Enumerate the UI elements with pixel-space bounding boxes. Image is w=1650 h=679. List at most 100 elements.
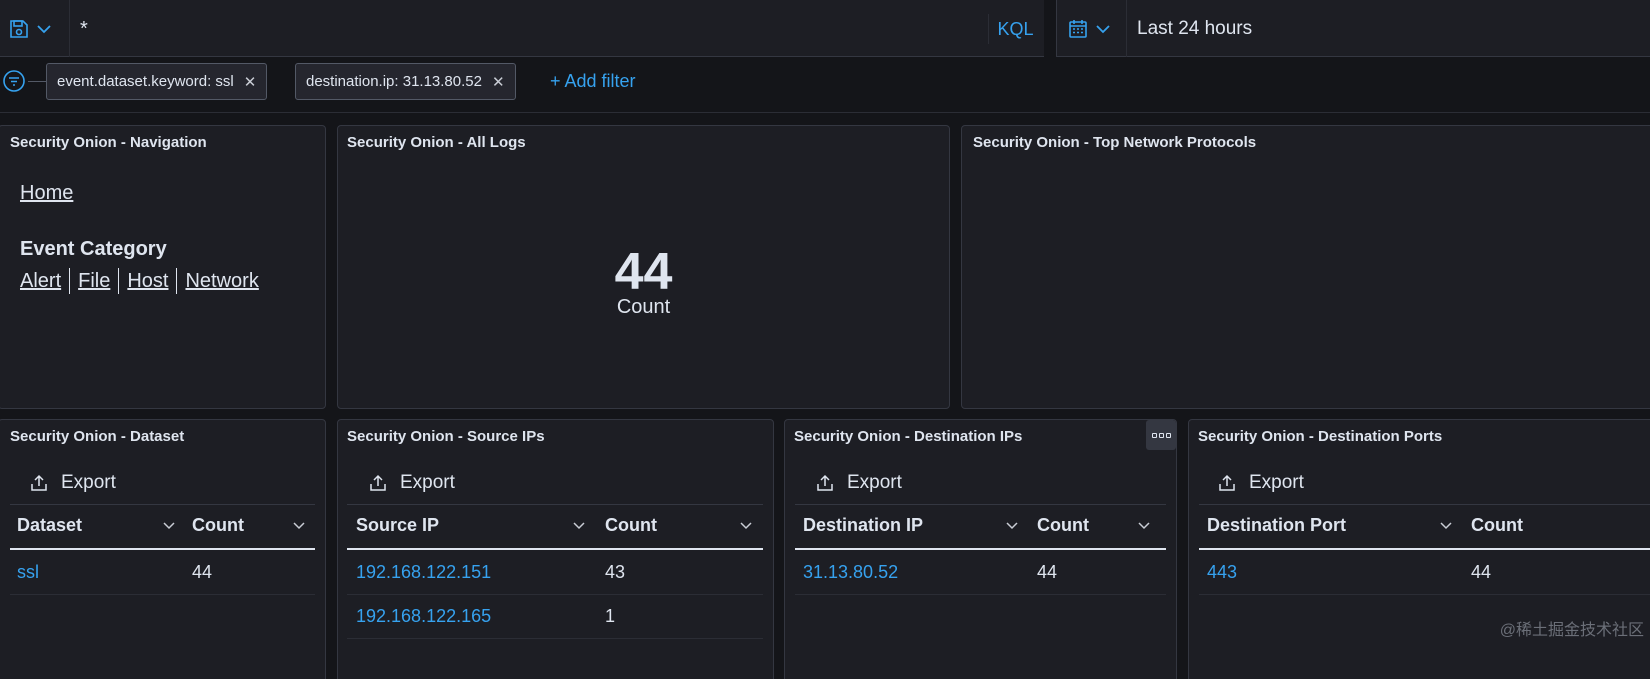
panel-title: Security Onion - Navigation [10,134,207,151]
save-icon [10,20,28,38]
chevron-down-icon[interactable] [1439,518,1453,532]
export-button[interactable]: Export [1217,472,1304,494]
panel-destination-ports: Security Onion - Destination Ports Expor… [1188,419,1650,679]
cell-dataset-link[interactable]: ssl [17,562,39,583]
filter-icon[interactable] [2,69,26,93]
panel-all-logs: Security Onion - All Logs 44 Count [337,125,950,409]
watermark: @稀土掘金技术社区 [1499,622,1644,639]
upload-icon [31,474,47,491]
nav-link-network[interactable]: Network [185,270,258,293]
nav-link-host[interactable]: Host [127,270,168,293]
chevron-down-icon [37,25,51,34]
panel-source-ips: Security Onion - Source IPs Export Sourc… [337,419,774,679]
chevron-down-icon[interactable] [1005,518,1019,532]
cell-count: 43 [605,562,626,582]
column-header-count[interactable]: Count [605,515,657,536]
table-row: 192.168.122.165 1 [347,595,763,639]
cell-destination-port-link[interactable]: 443 [1207,562,1237,583]
panel-destination-ips: Security Onion - Destination IPs Export … [784,419,1177,679]
chevron-down-icon[interactable] [1137,518,1151,532]
query-bar: KQL Last 24 hours [0,0,1650,57]
column-header-source-ip[interactable]: Source IP [356,515,439,536]
filter-pill-label: destination.ip: 31.13.80.52 [306,73,482,90]
metric-value: 44 [614,243,673,301]
nav-heading: Event Category [20,238,167,260]
export-button[interactable]: Export [29,472,116,494]
close-icon[interactable]: ✕ [244,73,257,91]
export-label: Export [1249,472,1304,493]
metric-label: Count [616,296,671,318]
add-filter-button[interactable]: + Add filter [550,69,636,93]
query-language-button[interactable]: KQL [988,14,1042,44]
panel-title: Security Onion - Source IPs [347,428,545,445]
chevron-down-icon[interactable] [572,518,586,532]
calendar-icon [1069,20,1087,38]
cell-count: 44 [1037,562,1058,582]
nav-link-home[interactable]: Home [20,182,73,205]
export-label: Export [847,472,902,493]
divider [69,268,71,294]
table-row: 443 44 [1199,551,1650,595]
panel-title: Security Onion - All Logs [347,134,526,151]
nav-link-file[interactable]: File [78,270,110,293]
cell-source-ip-link[interactable]: 192.168.122.165 [356,606,491,627]
time-range-display[interactable]: Last 24 hours [1137,14,1252,44]
chevron-down-icon[interactable] [739,518,753,532]
panel-top-network-protocols: Security Onion - Top Network Protocols [961,125,1650,409]
column-header-destination-ip[interactable]: Destination IP [803,515,923,536]
quick-date-button[interactable] [1067,14,1127,44]
saved-query-button[interactable] [8,14,64,44]
export-label: Export [61,472,116,493]
table-row: ssl 44 [10,551,315,595]
query-section: KQL [0,0,1044,57]
panel-navigation: Security Onion - Navigation Home Event C… [0,125,326,409]
panel-options-button[interactable] [1146,420,1176,450]
chevron-down-icon [1096,25,1110,34]
divider [28,81,46,82]
panel-title: Security Onion - Dataset [10,428,185,445]
export-button[interactable]: Export [815,472,902,494]
upload-icon [1219,474,1235,491]
cell-count: 44 [1471,562,1492,582]
panel-title: Security Onion - Destination Ports [1198,428,1443,445]
table-header: Dataset Count [10,504,315,550]
close-icon[interactable]: ✕ [492,73,505,91]
nav-link-alert[interactable]: Alert [20,270,61,293]
chevron-down-icon[interactable] [162,518,176,532]
filter-pill-label: event.dataset.keyword: ssl [57,73,234,90]
table-header: Destination Port Count [1199,504,1650,550]
panel-dataset: Security Onion - Dataset Export Dataset … [0,419,326,679]
export-label: Export [400,472,455,493]
column-header-count[interactable]: Count [1037,515,1089,536]
divider [118,268,120,294]
cell-count: 1 [605,606,616,626]
divider [69,0,70,57]
dot-icon [1151,432,1157,438]
cell-count: 44 [192,562,213,582]
time-picker: Last 24 hours [1056,0,1650,57]
column-header-destination-port[interactable]: Destination Port [1207,515,1346,536]
dot-icon [1165,432,1171,438]
column-header-dataset[interactable]: Dataset [17,515,82,536]
filter-pill-destination-ip[interactable]: destination.ip: 31.13.80.52 ✕ [295,63,516,100]
query-input[interactable] [80,14,960,44]
dot-icon [1158,432,1164,438]
cell-source-ip-link[interactable]: 192.168.122.151 [356,562,491,583]
upload-icon [370,474,386,491]
column-header-count[interactable]: Count [1471,515,1523,536]
divider [176,268,178,294]
table-row: 192.168.122.151 43 [347,551,763,595]
upload-icon [817,474,833,491]
cell-destination-ip-link[interactable]: 31.13.80.52 [803,562,898,583]
chevron-down-icon[interactable] [292,518,306,532]
nav-category-links: Alert File Host Network [20,268,259,294]
column-header-count[interactable]: Count [192,515,244,536]
table-row: 31.13.80.52 44 [795,551,1166,595]
divider [1126,0,1127,57]
table-header: Source IP Count [347,504,763,550]
filter-bar: event.dataset.keyword: ssl ✕ destination… [0,57,1650,113]
panel-title: Security Onion - Destination IPs [794,428,1023,445]
filter-pill-dataset[interactable]: event.dataset.keyword: ssl ✕ [46,63,268,100]
export-button[interactable]: Export [368,472,455,494]
panel-title: Security Onion - Top Network Protocols [973,134,1257,151]
